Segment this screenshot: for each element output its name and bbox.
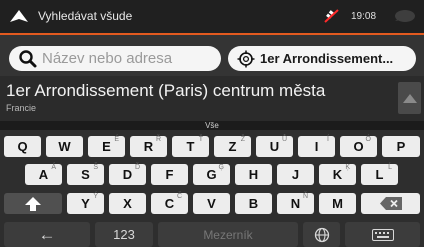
key-b[interactable]: B [235, 193, 272, 214]
space-key[interactable]: Mezerník [158, 222, 298, 247]
back-key[interactable]: ← [4, 222, 90, 247]
backspace-icon [379, 197, 402, 210]
search-bar: Název nebo adresa 1er Arrondissement... [0, 35, 424, 76]
filter-label: Vše [0, 121, 424, 130]
key-q[interactable]: Q [4, 136, 41, 157]
key-g[interactable]: GĢ [193, 164, 230, 185]
language-key[interactable] [303, 222, 340, 247]
shift-key[interactable] [4, 193, 62, 214]
key-t[interactable]: TŤ [172, 136, 209, 157]
key-x[interactable]: X [109, 193, 146, 214]
key-y[interactable]: YÝ [67, 193, 104, 214]
keyboard-icon [371, 228, 394, 241]
key-v[interactable]: V [193, 193, 230, 214]
key-k[interactable]: KĶ [319, 164, 356, 185]
on-screen-keyboard: Q W EÉ RŘ TŤ ZŽ UŮ IÍ OÓ P AÁ SŠ DĎ F GĢ… [0, 130, 424, 247]
status-bar: Vyhledávat všude 19:08 [0, 0, 424, 33]
key-f[interactable]: F [151, 164, 188, 185]
shift-icon [25, 196, 41, 211]
key-j[interactable]: J [277, 164, 314, 185]
key-s[interactable]: SŠ [67, 164, 104, 185]
key-r[interactable]: RŘ [130, 136, 167, 157]
key-d[interactable]: DĎ [109, 164, 146, 185]
key-p[interactable]: P [382, 136, 420, 157]
space-label: Mezerník [203, 227, 253, 242]
clock-time: 19:08 [351, 11, 377, 22]
location-target-icon [237, 50, 255, 67]
key-h[interactable]: H [235, 164, 272, 185]
no-gps-signal-icon [324, 9, 339, 23]
numbers-key[interactable]: 123 [95, 222, 153, 247]
search-icon [19, 49, 37, 67]
result-item[interactable]: 1er Arrondissement (Paris) centrum města… [0, 76, 395, 121]
key-m[interactable]: M [319, 193, 356, 214]
location-label: 1er Arrondissement... [260, 51, 394, 66]
location-button[interactable]: 1er Arrondissement... [228, 46, 416, 71]
triangle-up-icon [402, 93, 417, 103]
key-c[interactable]: CČ [151, 193, 188, 214]
result-subtitle: Francie [6, 103, 37, 113]
key-i[interactable]: IÍ [298, 136, 335, 157]
key-l[interactable]: LĹ [361, 164, 398, 185]
key-w[interactable]: W [46, 136, 83, 157]
search-input[interactable]: Název nebo adresa [9, 46, 221, 71]
navigation-arrow-icon[interactable] [10, 10, 28, 22]
backspace-key[interactable] [361, 193, 420, 214]
key-e[interactable]: EÉ [88, 136, 125, 157]
message-icon[interactable] [392, 9, 416, 24]
globe-icon [314, 227, 329, 242]
key-a[interactable]: AÁ [25, 164, 62, 185]
screen-title: Vyhledávat všude [38, 9, 133, 23]
scroll-up-button[interactable] [398, 82, 421, 114]
key-u[interactable]: UŮ [256, 136, 293, 157]
key-z[interactable]: ZŽ [214, 136, 251, 157]
result-title: 1er Arrondissement (Paris) centrum města [6, 81, 326, 100]
key-o[interactable]: OÓ [340, 136, 377, 157]
key-n[interactable]: NŇ [277, 193, 314, 214]
search-placeholder: Název nebo adresa [42, 50, 173, 67]
keyboard-layout-key[interactable] [345, 222, 420, 247]
